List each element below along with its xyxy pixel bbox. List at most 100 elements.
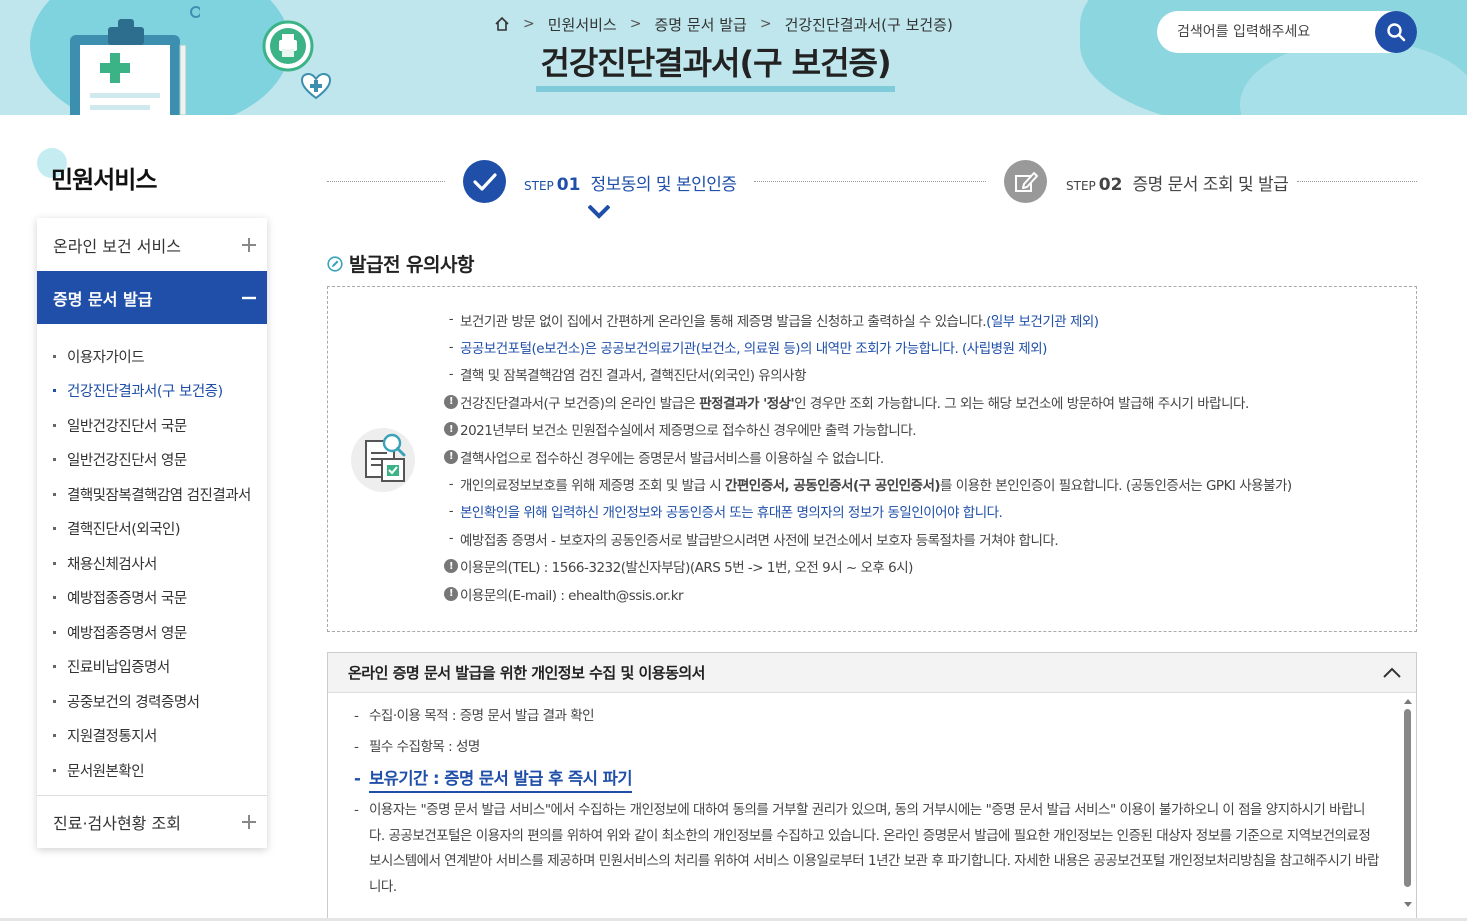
consent-item-text: 필수 수집항목 : 성명 — [369, 738, 480, 755]
sidebar-subitem[interactable]: 예방접종증명서 국문 — [53, 581, 267, 616]
notice-list: - 보건기관 방문 없이 집에서 간편하게 온라인을 통해 제증명 발급을 신청하… — [442, 306, 1292, 607]
breadcrumb-separator: > — [759, 16, 772, 32]
sidebar-subitem-label: 채용신체검사서 — [67, 556, 157, 573]
dash-icon: - — [354, 738, 359, 755]
dash-icon: - — [442, 477, 460, 492]
notice-item-text: 2021년부터 보건소 민원접수실에서 제증명으로 접수하신 경우에만 출력 가… — [460, 419, 917, 439]
notice-item: - 예방접종 증명서 - 보호자의 공동인증서로 발급받으시려면 사전에 보건소에… — [442, 525, 1292, 552]
notice-item-text: 건강진단결과서(구 보건증)의 온라인 발급은 판정결과가 '정상'인 경우만 … — [460, 392, 1249, 412]
sidebar-item-treatment-status[interactable]: 진료·검사현황 조회 — [37, 795, 267, 848]
sidebar-item-certificate[interactable]: 증명 문서 발급 — [37, 271, 267, 324]
search-button[interactable] — [1375, 11, 1417, 53]
bullet-icon — [53, 699, 56, 703]
notice-item: ! 이용문의(TEL) : 1566-3232(발신자부담)(ARS 5번 -> … — [442, 553, 1292, 580]
home-icon[interactable] — [494, 16, 510, 32]
sidebar-subitem[interactable]: 일반건강진단서 국문 — [53, 408, 267, 443]
sidebar-subitem[interactable]: 지원결정통지서 — [53, 719, 267, 754]
breadcrumb-item-current[interactable]: 건강진단결과서(구 보건증) — [785, 14, 953, 35]
dash-icon: - — [442, 531, 460, 546]
sidebar-subitem-label: 일반건강진단서 영문 — [67, 453, 187, 470]
notice-text-segment: 이용문의(E-mail) : ehealth@ssis.or.kr — [460, 587, 684, 604]
sidebar-subitem[interactable]: 결핵진단서(외국인) — [53, 512, 267, 547]
notice-text-segment: 결핵 및 잠복결핵감염 검진 결과서, 결핵진단서(외국인) 유의사항 — [460, 368, 807, 385]
bullet-icon — [53, 423, 56, 427]
notice-item: ! 건강진단결과서(구 보건증)의 온라인 발급은 판정결과가 '정상'인 경우만… — [442, 388, 1292, 415]
dash-icon-glyph: - — [448, 476, 454, 492]
sidebar-subitem-label: 지원결정통지서 — [67, 729, 157, 746]
sidebar-subitem[interactable]: 문서원본확인 — [53, 753, 267, 788]
notice-text-segment: 인 경우만 조회 가능합니다. 그 외는 해당 보건소에 방문하여 발급해 주시… — [794, 395, 1249, 412]
notice-item-text: 결핵 및 잠복결핵감염 검진 결과서, 결핵진단서(외국인) 유의사항 — [460, 364, 807, 385]
bullet-icon — [53, 354, 56, 358]
sidebar-submenu: 이용자가이드건강진단결과서(구 보건증) 일반건강진단서 국문일반건강진단서 영문… — [37, 324, 267, 788]
step-2-label: STEP 02 증명 문서 조회 및 발급 — [1066, 170, 1289, 195]
exclamation-icon-glyph: ! — [444, 559, 458, 574]
notice-text-segment: 본인확인을 위해 입력하신 개인정보와 공동인증서 또는 휴대폰 명의자의 정보… — [460, 505, 1003, 522]
notice-text-segment: 보건기관 방문 없이 집에서 간편하게 온라인을 통해 제증명 발급을 신청하고… — [460, 313, 987, 330]
sidebar-item-label: 증명 문서 발급 — [53, 289, 153, 309]
notice-text-segment: 간편인증서, 공동인증서(구 공인인증서) — [724, 478, 941, 495]
step-1-indicator — [463, 160, 506, 203]
check-icon — [472, 172, 497, 191]
consent-item-body: 수집·이용 목적 : 증명 문서 발급 결과 확인 — [369, 704, 1379, 730]
dash-icon: - — [442, 312, 460, 327]
sidebar-subitem[interactable]: 예방접종증명서 영문 — [53, 615, 267, 650]
search-box — [1157, 11, 1417, 53]
bullet-icon — [53, 561, 56, 565]
step-divider — [327, 181, 445, 182]
step-number: 01 — [556, 175, 581, 195]
dash-icon-glyph: - — [448, 531, 454, 547]
consent-header[interactable]: 온라인 증명 문서 발급을 위한 개인정보 수집 및 이용동의서 — [328, 653, 1416, 693]
scroll-down-arrow-icon[interactable] — [1403, 901, 1413, 909]
scroll-up-arrow-icon[interactable] — [1403, 697, 1413, 705]
breadcrumb-separator: > — [523, 16, 535, 32]
breadcrumb-item-civil-service[interactable]: 민원서비스 — [548, 14, 617, 35]
notice-item: ! 결핵사업으로 접수하신 경우에는 증명문서 발급서비스를 이용하실 수 없습니… — [442, 443, 1292, 470]
consent-item-text: 수집·이용 목적 : 증명 문서 발급 결과 확인 — [369, 708, 595, 724]
sidebar-item-online-health[interactable]: 온라인 보건 서비스 — [37, 218, 267, 271]
notice-item-text: 개인의료정보보호를 위해 제증명 조회 및 발급 시 간편인증서, 공동인증서(… — [460, 474, 1292, 494]
sidebar-subitem[interactable]: 결핵및잠복결핵감염 검진결과서 — [53, 477, 267, 512]
plus-icon — [242, 237, 256, 252]
breadcrumb-item-certificate[interactable]: 증명 문서 발급 — [654, 14, 746, 35]
notice-text-segment: 예방접종 증명서 - 보호자의 공동인증서로 발급받으시려면 사전에 보건소에서… — [460, 532, 1059, 549]
notice-item: - 공공보건포털(e보건소)은 공공보건의료기관(보건소, 의료원 등)의 내역만… — [442, 333, 1292, 360]
consent-scrollbar[interactable] — [1400, 695, 1416, 913]
exclamation-icon-glyph: ! — [444, 394, 458, 409]
notice-text-segment: 개인의료정보보호를 위해 제증명 조회 및 발급 시 — [460, 478, 725, 495]
bullet-icon — [53, 768, 56, 772]
sidebar-subitem[interactable]: 이용자가이드 — [53, 339, 267, 374]
plus-icon — [242, 815, 256, 829]
consent-item: - 이용자는 "증명 문서 발급 서비스"에서 수집하는 개인정보에 대하여 동의… — [354, 798, 1402, 900]
sidebar-subitem-label: 문서원본확인 — [67, 763, 145, 780]
step-prefix: STEP — [1066, 179, 1096, 193]
sidebar-subitem-label: 이용자가이드 — [67, 349, 145, 366]
scrollbar-thumb[interactable] — [1404, 709, 1411, 887]
notice-item-text: 이용문의(TEL) : 1566-3232(발신자부담)(ARS 5번 -> 1… — [460, 556, 913, 576]
dash-icon-glyph: - — [448, 339, 454, 355]
notice-box: - 보건기관 방문 없이 집에서 간편하게 온라인을 통해 제증명 발급을 신청하… — [327, 286, 1417, 632]
consent-item-text: 보유기간 : 증명 문서 발급 후 즉시 파기 — [369, 767, 633, 793]
exclamation-icon-glyph: ! — [444, 586, 458, 601]
sidebar-subitem-label: 예방접종증명서 영문 — [67, 625, 187, 642]
sidebar-subitem[interactable]: 채용신체검사서 — [53, 546, 267, 581]
sidebar-item-label: 온라인 보건 서비스 — [53, 236, 181, 256]
notice-heading-text: 발급전 유의사항 — [349, 254, 474, 276]
consent-item-body: 이용자는 "증명 문서 발급 서비스"에서 수집하는 개인정보에 대하여 동의를… — [369, 798, 1379, 900]
bullet-icon — [53, 630, 56, 634]
sidebar-subitem-label: 일반건강진단서 국문 — [67, 418, 187, 435]
sidebar-subitem[interactable]: 일반건강진단서 영문 — [53, 443, 267, 478]
page-title: 건강진단결과서(구 보건증) — [536, 44, 895, 92]
dash-icon: - — [354, 708, 359, 724]
sidebar-subitem[interactable]: 공중보건의 경력증명서 — [53, 684, 267, 719]
sidebar-subitem[interactable]: 진료비납입증명서 — [53, 650, 267, 685]
search-input[interactable] — [1177, 11, 1367, 53]
dash-icon: - — [442, 504, 460, 519]
exclamation-icon-glyph: ! — [444, 449, 458, 464]
exclamation-icon: ! — [442, 559, 460, 574]
breadcrumb: > 민원서비스 > 증명 문서 발급 > 건강진단결과서(구 보건증) — [494, 12, 953, 36]
sidebar-subitem[interactable]: 건강진단결과서(구 보건증) — [53, 374, 267, 409]
consent-item-body: 보유기간 : 증명 문서 발급 후 즉시 파기 — [369, 765, 1379, 793]
chevron-up-icon[interactable] — [1382, 667, 1402, 679]
dash-icon: - — [442, 340, 460, 355]
